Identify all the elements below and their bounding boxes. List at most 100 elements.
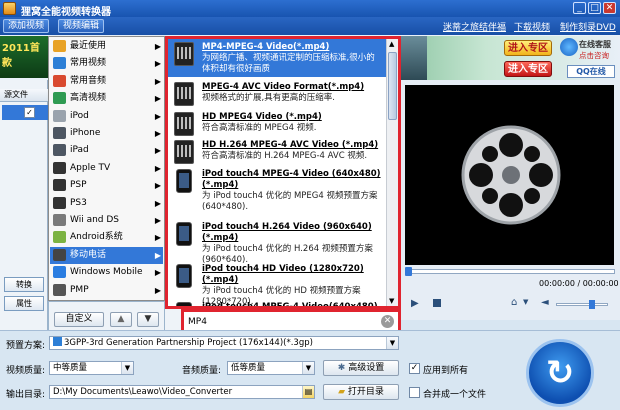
customize-button[interactable]: 自定义 (54, 312, 104, 327)
video-icon (53, 57, 66, 70)
link-trip[interactable]: 迷蒂之旅结伴福 (443, 20, 506, 33)
nav-up-button[interactable]: ▲ (110, 312, 132, 327)
category-item[interactable]: 高清视频 ▶ (50, 90, 163, 107)
file-checkbox[interactable]: ✓ (24, 107, 35, 118)
category-item[interactable]: iPhone ▶ (50, 125, 163, 142)
video-quality-select[interactable]: 中等质量 ▼ (49, 361, 134, 375)
seek-handle[interactable] (405, 267, 412, 276)
category-item[interactable]: 常用音频 ▶ (50, 73, 163, 90)
format-item[interactable]: iPod touch4 MPEG-4 Video (640x480) (*.mp4… (168, 166, 386, 218)
format-item[interactable]: iPod touch4 H.264 Video (960x640)(*.mp4)… (168, 219, 386, 265)
audio-quality-dropdown-icon[interactable]: ▼ (302, 362, 314, 374)
android-icon (53, 231, 66, 244)
format-description: 为网络广播、视频通讯定制的压缩标准,很小的 (202, 53, 375, 63)
open-dir-button[interactable]: ▰ 打开目录 (323, 384, 399, 400)
category-item[interactable]: iPad ▶ (50, 142, 163, 159)
format-description: 视频格式的扩展,具有更高的压缩率. (202, 93, 335, 103)
format-item[interactable]: iPod touch4 HD Video (1280x720)(*.mp4) 为 … (168, 261, 386, 306)
category-item[interactable]: iPod ▶ (50, 108, 163, 125)
category-item[interactable]: 最近使用 ▶ (50, 38, 163, 55)
search-input[interactable] (185, 313, 375, 330)
format-title-cont: (*.mp4) (202, 180, 239, 190)
add-video-button[interactable]: 添加视频 (3, 19, 50, 33)
left-convert-button[interactable]: 转换 (4, 277, 44, 292)
category-item[interactable]: Windows Mobile ▶ (50, 264, 163, 281)
submenu-arrow-icon: ▶ (154, 233, 161, 243)
ad-left-banner[interactable]: 2011首款 (0, 36, 48, 78)
app-logo-icon (3, 2, 16, 15)
mp4-file-icon (174, 112, 194, 136)
click-consult-label[interactable]: 点击咨询 (579, 50, 609, 61)
format-description: 符合高清标准的 MPEG4 视频. (202, 123, 317, 133)
format-item[interactable]: MP4-MPEG-4 Video(*.mp4) 为网络广播、视频通讯定制的压缩标准… (168, 39, 386, 77)
advanced-settings-button[interactable]: ✱ 高级设置 (323, 360, 399, 376)
format-item[interactable]: HD H.264 MPEG-4 AVC Video (*.mp4) 符合高清标准的… (168, 137, 386, 166)
play-icon[interactable]: ▶ (411, 298, 419, 309)
category-item[interactable]: Android系统 ▶ (50, 229, 163, 246)
category-label: Apple TV (70, 162, 111, 173)
category-item[interactable]: PMP ▶ (50, 282, 163, 299)
format-description: (640*480). (202, 202, 249, 212)
camera-dropdown-icon[interactable]: ▼ (523, 298, 528, 306)
scroll-down-icon[interactable]: ▼ (389, 297, 394, 305)
mp4-file-icon (174, 42, 194, 66)
ad-right-banner[interactable]: 进入专区 进入专区 在线客服 点击咨询 QQ在线 (397, 36, 620, 80)
seek-bar[interactable] (405, 267, 615, 276)
category-menu: 最近使用 ▶ 常用视频 ▶ 常用音频 ▶ 高清视频 ▶ iPod ▶ iPhone ▶ iPad ▶ App… (48, 36, 165, 301)
format-list-scrollbar[interactable]: ▲ ▼ (386, 39, 398, 306)
minimize-icon[interactable]: _ (573, 2, 586, 14)
format-item[interactable]: HD MPEG4 Video (*.mp4) 符合高清标准的 MPEG4 视频. (168, 109, 386, 137)
qq-online-button[interactable]: QQ在线 (567, 65, 615, 78)
category-item[interactable]: Apple TV ▶ (50, 160, 163, 177)
category-item[interactable]: 常用视频 ▶ (50, 55, 163, 72)
preset-dropdown-icon[interactable]: ▼ (386, 337, 398, 349)
time-current: 00:00:00 (539, 279, 575, 288)
output-dir-input[interactable]: D:\My Documents\Leawo\Video_Converter ▤ (49, 385, 315, 399)
category-item[interactable]: PSP ▶ (50, 177, 163, 194)
camera-icon[interactable]: ⌂ (511, 297, 517, 308)
volume-handle[interactable] (589, 300, 595, 309)
scroll-up-icon[interactable]: ▲ (389, 40, 394, 48)
volume-icon[interactable]: ◄ (541, 297, 549, 308)
enter-zone-button-2[interactable]: 进入专区 (504, 61, 552, 77)
time-readout: 00:00:00 / 00:00:00 (539, 279, 619, 288)
convert-button[interactable]: ↻ (526, 339, 594, 407)
link-download-video[interactable]: 下载视频 (514, 20, 550, 33)
merge-checkbox[interactable] (409, 387, 420, 398)
preset-format-icon (53, 337, 62, 346)
category-item[interactable]: 移动电话 ▶ (50, 246, 163, 264)
audio-quality-select[interactable]: 低等质量 ▼ (227, 361, 315, 375)
video-quality-dropdown-icon[interactable]: ▼ (121, 362, 133, 374)
apply-all-checkbox[interactable]: ✓ (409, 363, 420, 374)
category-label: PMP (70, 284, 89, 295)
stop-icon[interactable] (433, 299, 441, 307)
iphone-icon (53, 127, 66, 139)
volume-slider[interactable] (556, 300, 608, 309)
format-description: 体积却有很好画质 (202, 64, 271, 74)
nav-down-button[interactable]: ▼ (137, 312, 159, 327)
edit-video-button[interactable]: 视频编辑 (58, 19, 105, 33)
format-item[interactable]: MPEG-4 AVC Video Format(*.mp4) 视频格式的扩展,具有… (168, 79, 386, 109)
category-item[interactable]: PS3 ▶ (50, 195, 163, 212)
format-item[interactable]: iPod touch4 MPEG-4 Video(640x480)(*.mp4) (168, 299, 386, 306)
left-properties-button[interactable]: 属性 (4, 296, 44, 311)
source-file-header: 源文件 (0, 89, 48, 102)
link-dvd[interactable]: 制作刻录DVD (560, 20, 616, 33)
scroll-thumb[interactable] (388, 52, 397, 120)
format-list[interactable]: MP4-MPEG-4 Video(*.mp4) 为网络广播、视频通讯定制的压缩标准… (168, 39, 386, 306)
title-bar: 狸窝全能视频转换器 _ □ ✕ (0, 0, 620, 18)
merge-label: 合并成一个文件 (423, 390, 487, 400)
close-icon[interactable]: ✕ (603, 2, 616, 14)
format-title: iPod touch4 H.264 Video (960x640)(*.mp4) (202, 222, 372, 243)
browse-folder-icon[interactable]: ▤ (302, 386, 314, 398)
enter-zone-button-1[interactable]: 进入专区 (504, 40, 552, 56)
preset-value: 3GPP-3rd Generation Partnership Project … (64, 338, 313, 348)
advanced-settings-label: 高级设置 (348, 363, 385, 373)
file-row[interactable]: ✓ (2, 105, 48, 120)
clear-search-icon[interactable]: ✕ (381, 315, 394, 328)
category-item[interactable]: Wii and DS ▶ (50, 212, 163, 229)
preset-select[interactable]: 3GPP-3rd Generation Partnership Project … (49, 336, 399, 350)
format-title: iPod touch4 HD Video (1280x720)(*.mp4) (202, 264, 364, 285)
restore-icon[interactable]: □ (588, 2, 601, 14)
ipod-icon (53, 109, 66, 122)
